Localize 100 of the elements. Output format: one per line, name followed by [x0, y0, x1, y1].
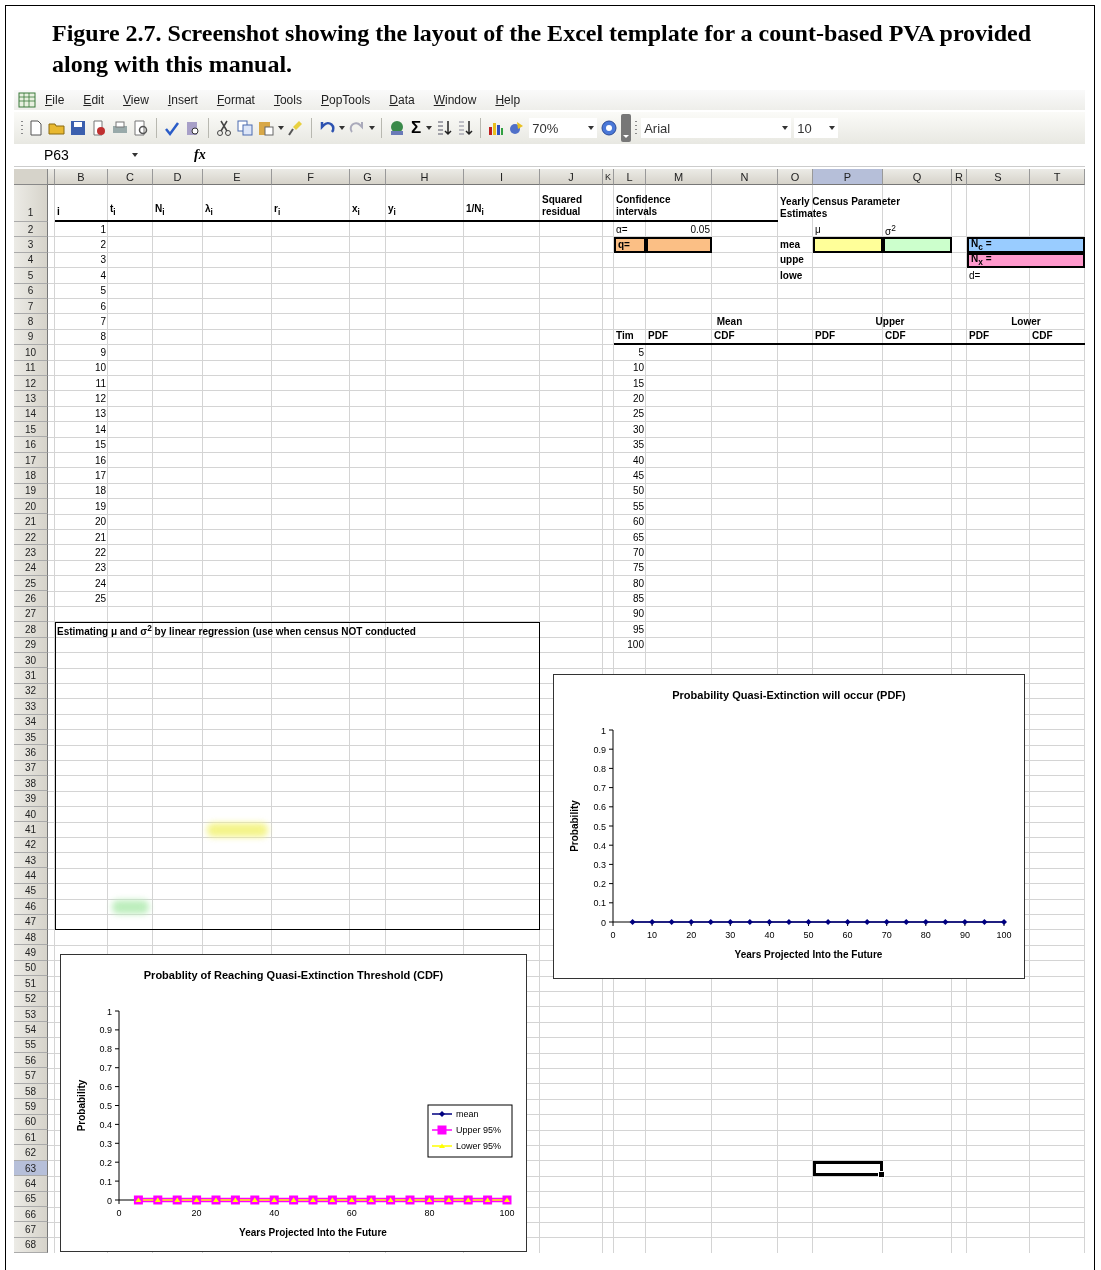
row-header[interactable]: 56 [14, 1053, 48, 1069]
column-header[interactable]: C [108, 169, 153, 185]
row-header[interactable]: 51 [14, 976, 48, 992]
sort-descending-icon[interactable] [456, 119, 475, 137]
row-header[interactable]: 8 [14, 314, 48, 330]
row-header[interactable]: 15 [14, 422, 48, 438]
row-header[interactable]: 31 [14, 668, 48, 684]
column-header[interactable]: G [350, 169, 386, 185]
dropdown-caret-icon[interactable] [369, 126, 375, 130]
column-header[interactable]: M [646, 169, 712, 185]
sort-ascending-icon[interactable] [435, 119, 454, 137]
font-field[interactable]: Arial [641, 118, 792, 138]
row-header[interactable]: 2 [14, 222, 48, 238]
help-icon[interactable] [600, 119, 619, 137]
row-header[interactable]: 49 [14, 945, 48, 961]
row-header[interactable]: 36 [14, 745, 48, 761]
menu-item[interactable]: Data [380, 93, 425, 107]
selected-cell[interactable] [813, 1160, 883, 1177]
grip-icon[interactable] [634, 119, 639, 137]
column-header[interactable]: P [813, 169, 883, 185]
new-document-icon[interactable] [27, 119, 45, 137]
row-header[interactable]: 64 [14, 1176, 48, 1192]
column-header[interactable]: I [464, 169, 540, 185]
column-header[interactable]: F [272, 169, 350, 185]
autosum-button[interactable]: Σ [409, 118, 424, 138]
menu-item[interactable]: Help [486, 93, 531, 107]
row-header[interactable]: 66 [14, 1207, 48, 1223]
row-header[interactable]: 43 [14, 853, 48, 869]
spreadsheet-icon[interactable] [18, 92, 36, 108]
font-size-field[interactable]: 10 [794, 118, 839, 138]
table-cell-text: 10 [93, 361, 107, 376]
column-header[interactable]: B [55, 169, 108, 185]
format-painter-icon[interactable] [287, 119, 305, 137]
hyperlink-icon[interactable] [388, 119, 406, 137]
row-header[interactable]: 67 [14, 1222, 48, 1238]
column-header[interactable]: S [967, 169, 1030, 185]
name-box[interactable]: P63 [14, 145, 144, 165]
print-preview-icon[interactable] [132, 119, 150, 137]
menu-item[interactable]: PopTools [311, 93, 381, 107]
row-header[interactable]: 18 [14, 468, 48, 484]
column-header[interactable]: O [778, 169, 813, 185]
menu-item[interactable]: File [36, 93, 75, 107]
tick-label: 0.8 [99, 1044, 112, 1055]
menu-item[interactable]: Tools [264, 93, 312, 107]
dropdown-caret-icon[interactable] [132, 153, 138, 157]
column-header[interactable]: R [952, 169, 967, 185]
row-header[interactable]: 21 [14, 514, 48, 530]
column-header[interactable] [48, 169, 55, 185]
row-header[interactable]: 57 [14, 1068, 48, 1084]
tick-label: 0.6 [99, 1082, 112, 1093]
save-icon[interactable] [69, 119, 87, 137]
column-header[interactable]: L [614, 169, 646, 185]
row-header[interactable]: 10 [14, 345, 48, 361]
row-header[interactable]: 13 [14, 391, 48, 407]
column-header[interactable]: T [1030, 169, 1085, 185]
column-header[interactable]: J [540, 169, 603, 185]
row-header[interactable]: 54 [14, 1022, 48, 1038]
dropdown-caret-icon[interactable] [588, 126, 595, 130]
row-header[interactable]: 46 [14, 899, 48, 915]
cut-icon[interactable] [215, 119, 233, 137]
row-header[interactable]: 28 [14, 622, 48, 638]
row-header[interactable]: 20 [14, 499, 48, 515]
column-header[interactable]: E [203, 169, 272, 185]
menu-item[interactable]: View [114, 93, 159, 107]
row-header[interactable]: 16 [14, 437, 48, 453]
row-header[interactable]: 26 [14, 591, 48, 607]
row-header[interactable]: 1 [14, 185, 48, 222]
row-header[interactable]: 5 [14, 268, 48, 284]
menu-item[interactable]: Edit [74, 93, 115, 107]
column-header[interactable]: K [603, 169, 614, 185]
row-header[interactable]: 39 [14, 791, 48, 807]
row-header[interactable]: 44 [14, 868, 48, 884]
menu-item[interactable]: Insert [158, 93, 208, 107]
menu-item[interactable]: Window [424, 93, 487, 107]
row-header[interactable]: 38 [14, 776, 48, 792]
row-header[interactable]: 3 [14, 237, 48, 253]
column-header[interactable]: H [386, 169, 464, 185]
dropdown-caret-icon[interactable] [278, 126, 284, 130]
function-label[interactable]: fx [194, 147, 206, 163]
dropdown-caret-icon[interactable] [426, 126, 433, 130]
row-header[interactable]: 33 [14, 699, 48, 715]
column-header[interactable]: Q [883, 169, 952, 185]
row-header[interactable]: 61 [14, 1130, 48, 1146]
research-icon[interactable] [184, 119, 202, 137]
dropdown-caret-icon[interactable] [782, 126, 789, 130]
row-header[interactable]: 23 [14, 545, 48, 561]
toolbar-handle-icon[interactable] [621, 114, 632, 142]
tick-label: 0.5 [593, 821, 606, 832]
dropdown-caret-icon[interactable] [339, 126, 345, 130]
row-header[interactable]: 59 [14, 1099, 48, 1115]
menu-item[interactable]: Format [207, 93, 265, 107]
table-cell-text: 3 [99, 253, 107, 268]
table-cell: CDF [1030, 329, 1085, 346]
zoom-field[interactable]: 70% [529, 118, 598, 138]
row-header[interactable]: 62 [14, 1145, 48, 1161]
permission-icon[interactable] [90, 119, 108, 137]
column-header[interactable]: D [153, 169, 203, 185]
row-header[interactable]: 41 [14, 822, 48, 838]
dropdown-caret-icon[interactable] [829, 126, 836, 130]
column-header[interactable]: N [712, 169, 778, 185]
